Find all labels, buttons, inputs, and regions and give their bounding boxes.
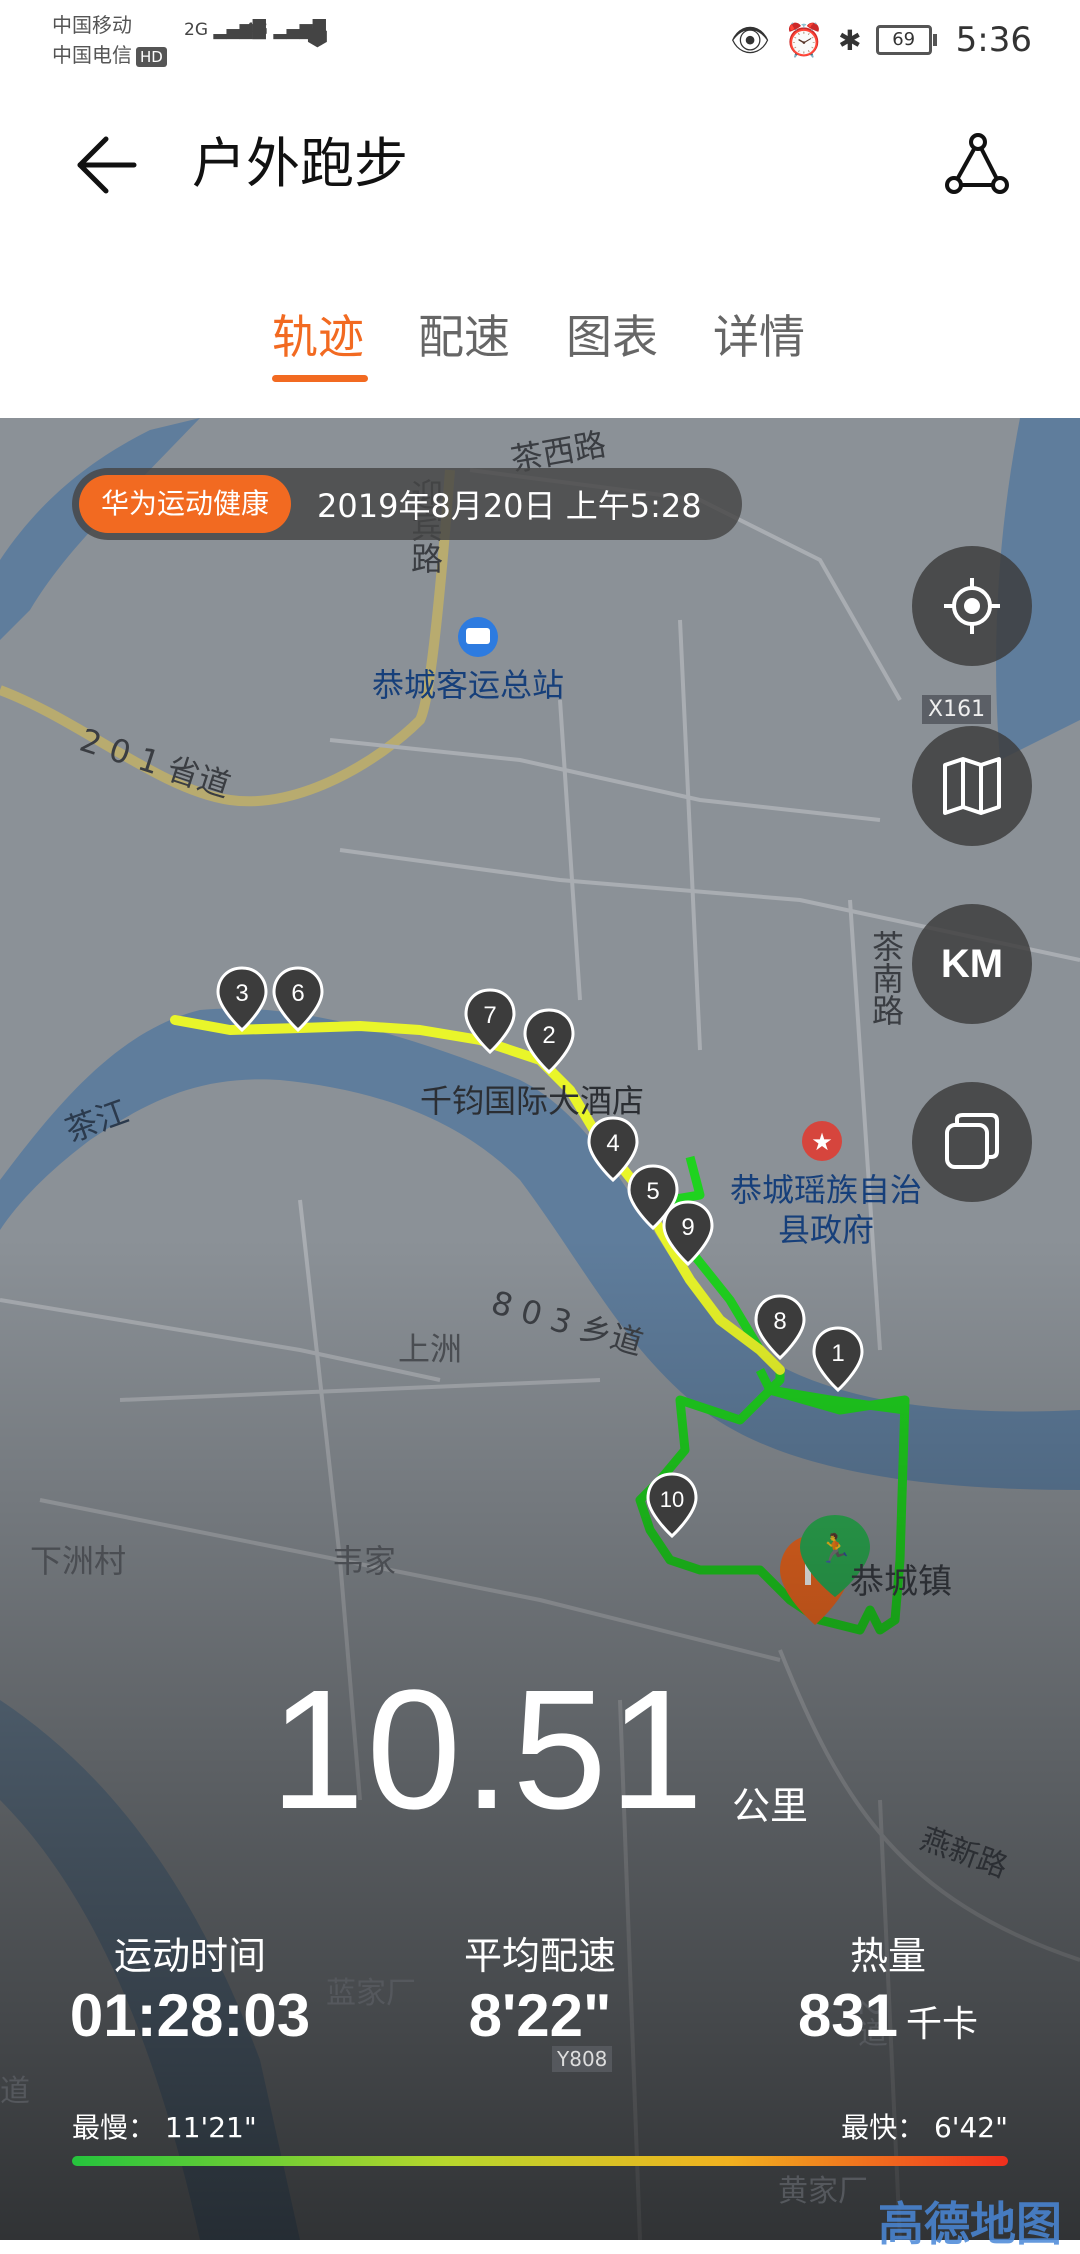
pace-gradient-bar	[72, 2156, 1008, 2166]
km-marker-3[interactable]: 3	[216, 966, 268, 1036]
label-dao: 道	[0, 2074, 30, 2109]
status-right: 👁 ⏰ ✱ 69 5:36	[730, 18, 1032, 62]
carrier-2: 中国电信	[52, 43, 132, 67]
status-bar: 中国移动 中国电信 HD 2G ▂▄▆█ 4G ▂▄▆█ ⬢ 👁 ⏰ ✱ 69 5…	[0, 0, 1080, 80]
brand-label: 华为运动健康	[79, 475, 292, 533]
fastest-pace: 最快： 6'42"	[841, 2111, 1008, 2144]
label-bus-station: 恭城客运总站	[372, 666, 565, 704]
distance-unit: 公里	[732, 1784, 809, 1828]
km-marker-2-text: 2	[542, 1022, 555, 1049]
label-huangjiachang: 黄家厂	[778, 2174, 868, 2209]
calories-value: 831	[797, 1982, 899, 2049]
calories-label: 热量	[849, 1934, 926, 1978]
label-town: 恭城镇	[850, 1562, 952, 1602]
net-type-1: 2G	[184, 20, 208, 40]
km-marker-7-text: 7	[483, 1002, 496, 1029]
label-x161: X161	[922, 695, 992, 724]
km-marker-10[interactable]: 10	[646, 1472, 698, 1542]
label-chanan-road: 茶南路	[867, 930, 905, 1026]
km-marker-1[interactable]: 1	[812, 1326, 864, 1396]
map-provider-watermark: 高德地图	[878, 2197, 1062, 2251]
avg-pace-value: 8'22"	[468, 1982, 612, 2049]
battery-icon: 69	[875, 25, 937, 55]
locate-button[interactable]	[912, 546, 1032, 666]
tab-charts[interactable]: 图表	[566, 305, 658, 369]
workout-info-chip: 华为运动健康 2019年8月20日 上午5:28	[72, 468, 742, 540]
label-shangzhou: 上洲	[398, 1330, 463, 1368]
duration-value: 01:28:03	[69, 1982, 311, 2049]
tab-active-indicator	[272, 375, 368, 382]
km-marker-6[interactable]: 6	[272, 966, 324, 1036]
km-marker-2[interactable]: 2	[523, 1008, 575, 1078]
page-title: 户外跑步	[192, 132, 408, 195]
tab-track[interactable]: 轨迹	[272, 305, 364, 369]
back-arrow-icon[interactable]	[72, 130, 142, 200]
eye-comfort-icon: 👁	[729, 21, 771, 59]
tab-pace[interactable]: 配速	[418, 305, 510, 369]
carrier-1: 中国移动	[52, 13, 132, 37]
duration-label: 运动时间	[113, 1934, 266, 1978]
clock: 5:36	[955, 20, 1032, 60]
bluetooth-icon: ✱	[838, 23, 862, 57]
carrier-info: 中国移动 中国电信 HD	[52, 10, 167, 70]
km-toggle-button[interactable]: KM	[912, 904, 1032, 1024]
calories-unit: 千卡	[906, 2003, 979, 2044]
map-layers-icon	[943, 757, 1001, 815]
km-marker-3-text: 3	[235, 980, 248, 1007]
km-marker-5-text: 5	[646, 1178, 659, 1205]
label-weijia: 韦家	[332, 1542, 397, 1580]
km-marker-8[interactable]: 8	[754, 1294, 806, 1364]
label-xiazhou: 下洲村	[30, 1542, 127, 1580]
km-marker-4-text: 4	[606, 1130, 619, 1157]
map-type-button[interactable]	[912, 726, 1032, 846]
route-share-icon[interactable]	[942, 130, 1012, 200]
app-bar: 户外跑步	[0, 80, 1080, 250]
distance-value: 10.51	[270, 1655, 706, 1845]
hd-badge: HD	[136, 46, 167, 67]
km-marker-9[interactable]: 9	[662, 1200, 714, 1270]
layer-switch-button[interactable]	[912, 1082, 1032, 1202]
nfc-icon: ⬢	[306, 22, 329, 52]
slowest-pace: 最慢： 11'21"	[72, 2111, 257, 2144]
locate-icon	[944, 578, 1000, 634]
net-type-2: 4G	[244, 20, 268, 40]
km-marker-9-text: 9	[681, 1214, 694, 1241]
km-marker-1-text: 1	[831, 1340, 844, 1367]
workout-date: 2019年8月20日 上午5:28	[317, 487, 702, 525]
tab-bar: 轨迹 配速 图表 详情	[0, 250, 1080, 418]
alarm-icon: ⏰	[784, 21, 825, 59]
km-marker-6-text: 6	[291, 980, 304, 1007]
km-marker-10-text: 10	[660, 1487, 684, 1512]
km-marker-7[interactable]: 7	[464, 988, 516, 1058]
tab-details[interactable]: 详情	[713, 305, 805, 369]
copy-layers-icon	[945, 1113, 999, 1169]
label-government: 恭城瑶族自治县政府	[729, 1171, 922, 1249]
calories-block: 831 千卡	[718, 1978, 1058, 2062]
avg-pace-label: 平均配速	[463, 1934, 616, 1978]
km-marker-8-text: 8	[773, 1308, 786, 1335]
